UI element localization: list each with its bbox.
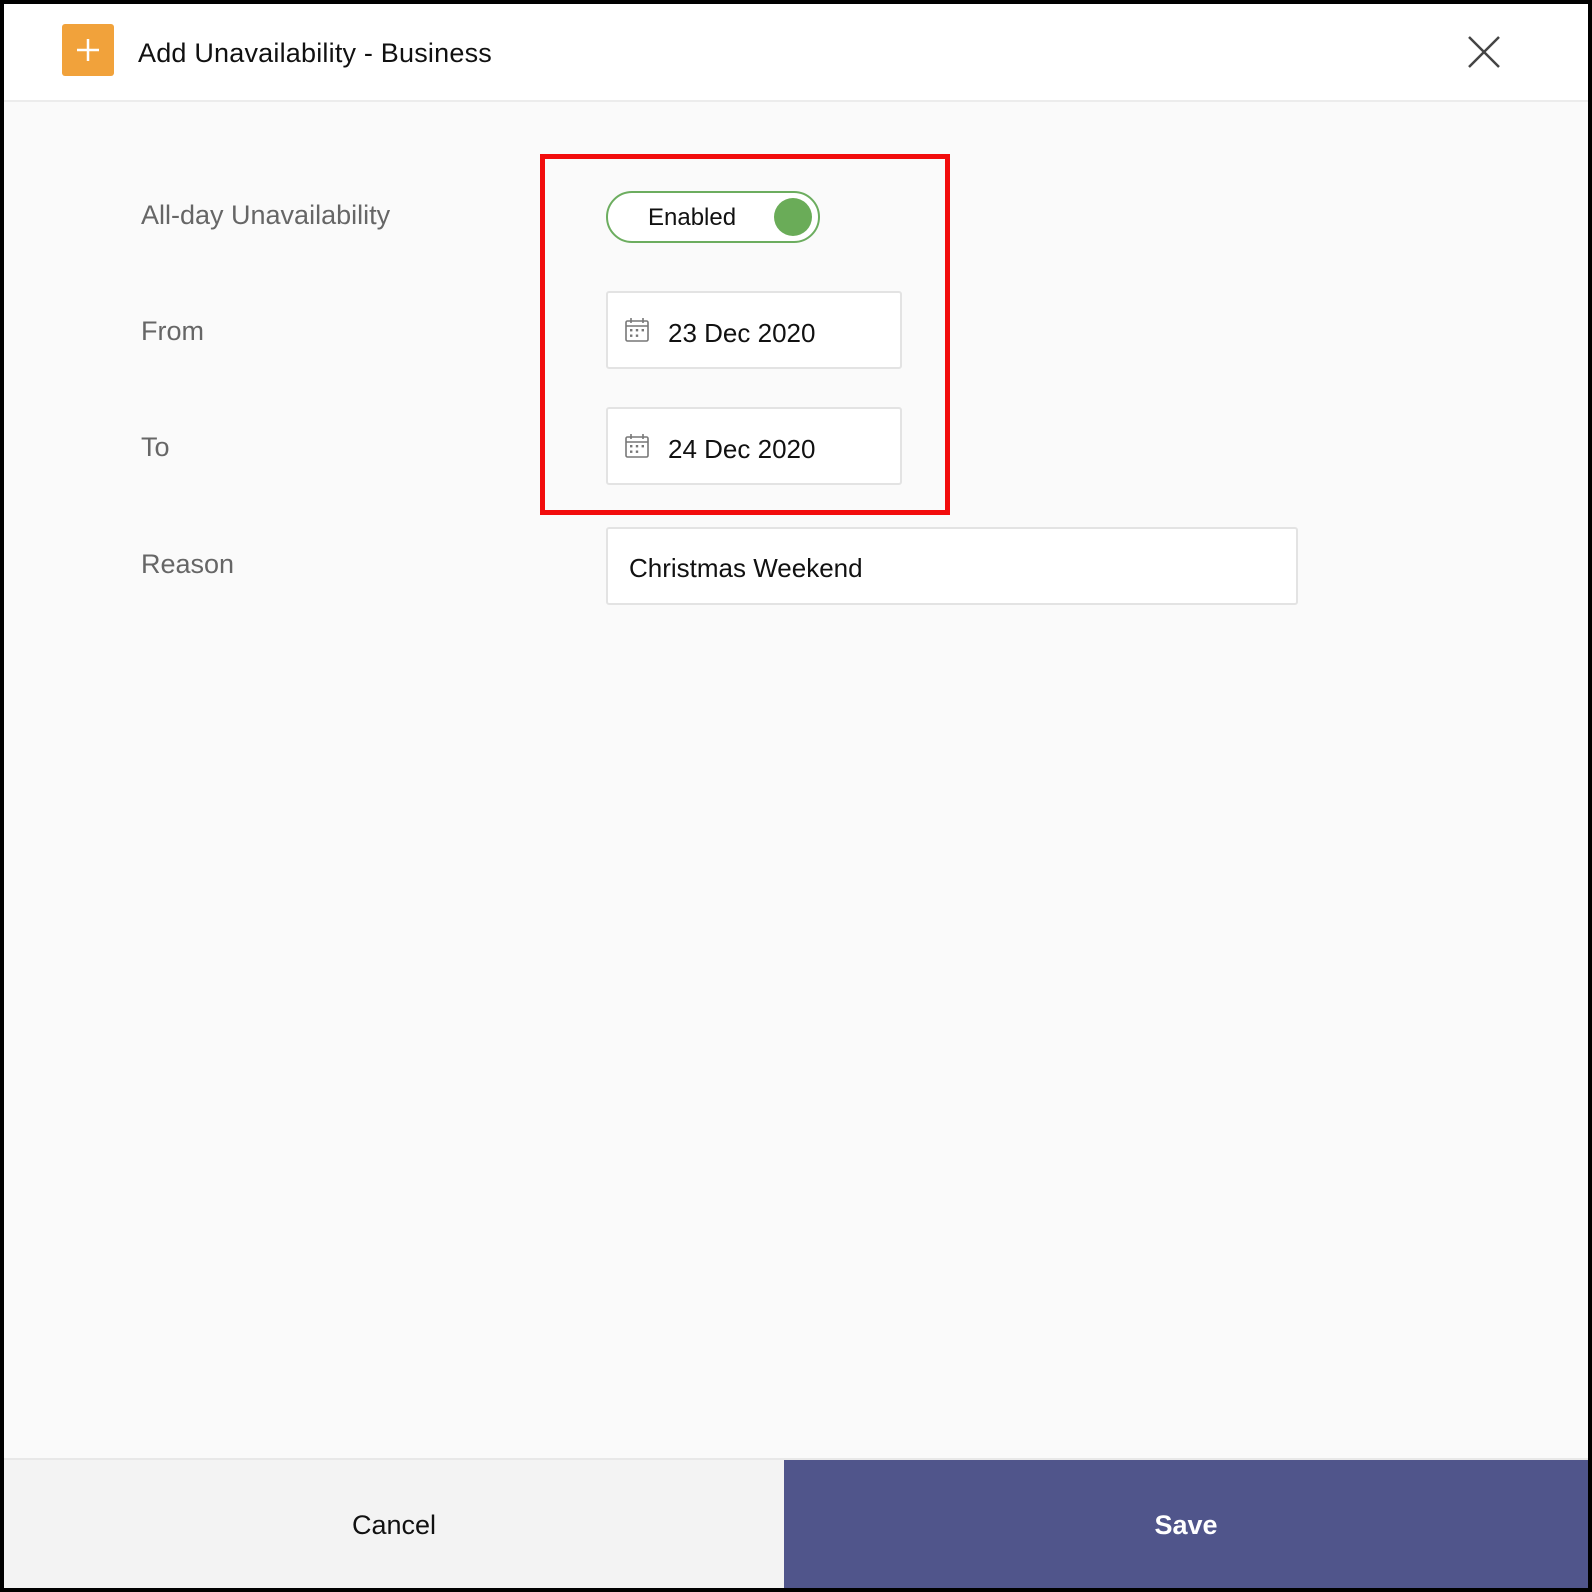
reason-input[interactable]: Christmas Weekend bbox=[606, 527, 1298, 605]
from-label: From bbox=[141, 316, 204, 346]
close-icon[interactable] bbox=[1466, 34, 1502, 70]
plus-icon bbox=[62, 24, 114, 76]
all-day-label: All-day Unavailability bbox=[141, 200, 391, 230]
dialog-title: Add Unavailability - Business bbox=[138, 38, 492, 68]
dialog: Add Unavailability - Business All-day Un… bbox=[4, 4, 1588, 1588]
reason-label: Reason bbox=[141, 549, 235, 579]
save-button[interactable]: Save bbox=[784, 1460, 1588, 1588]
reason-value: Christmas Weekend bbox=[629, 553, 863, 583]
cancel-button[interactable]: Cancel bbox=[4, 1460, 784, 1588]
to-label: To bbox=[141, 432, 170, 462]
dialog-header: Add Unavailability - Business bbox=[4, 4, 1588, 102]
dialog-footer: Cancel Save bbox=[4, 1458, 1588, 1588]
highlight-box bbox=[540, 154, 950, 515]
